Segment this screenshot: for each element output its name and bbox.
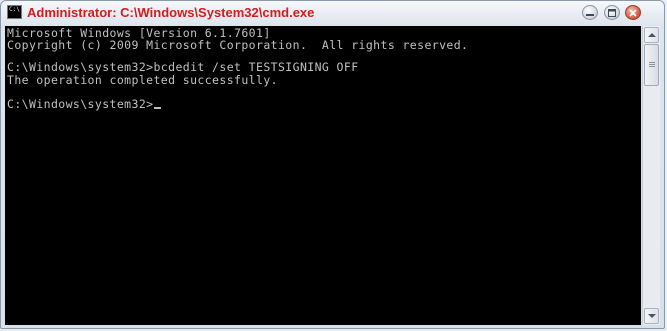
- maximize-button[interactable]: [604, 5, 620, 20]
- minimize-icon: [586, 14, 594, 16]
- arrow-down-icon: [648, 314, 656, 318]
- arrow-up-icon: [648, 33, 656, 37]
- title-bar[interactable]: C:\ Administrator: C:\Windows\System32\c…: [1, 1, 664, 25]
- cmd-icon-text: C:\: [9, 6, 20, 13]
- console-line: Copyright (c) 2009 Microsoft Corporation…: [7, 38, 469, 52]
- prompt-text: C:\Windows\system32>: [7, 97, 154, 111]
- window-title: Administrator: C:\Windows\System32\cmd.e…: [27, 5, 315, 20]
- prompt-line: C:\Windows\system32>: [7, 97, 162, 111]
- console-output[interactable]: Microsoft Windows [Version 6.1.7601] Cop…: [5, 26, 641, 325]
- scroll-down-button[interactable]: [644, 308, 659, 324]
- console-line: The operation completed successfully.: [7, 73, 278, 87]
- minimize-button[interactable]: [582, 5, 598, 20]
- scrollbar-thumb[interactable]: [644, 44, 659, 86]
- maximize-icon: [608, 9, 616, 17]
- close-icon: [629, 9, 637, 17]
- console-line: C:\Windows\system32>bcdedit /set TESTSIG…: [7, 60, 359, 74]
- grip-line: [649, 62, 655, 63]
- grip-line: [649, 64, 655, 65]
- text-cursor: [154, 107, 162, 109]
- vertical-scrollbar[interactable]: [642, 26, 660, 325]
- cmd-window: C:\ Administrator: C:\Windows\System32\c…: [0, 0, 665, 329]
- cmd-icon[interactable]: C:\: [7, 5, 22, 19]
- scroll-up-button[interactable]: [644, 27, 659, 43]
- close-button[interactable]: [625, 5, 641, 20]
- grip-line: [649, 66, 655, 67]
